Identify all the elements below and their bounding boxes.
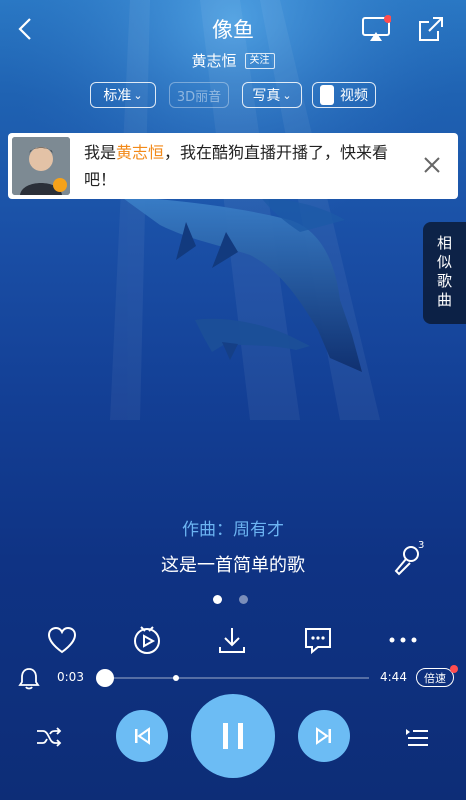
song-title: 像鱼 bbox=[212, 18, 254, 42]
lyric-composer-line[interactable]: 作曲：周有才 bbox=[0, 515, 466, 540]
favorite-button[interactable] bbox=[42, 620, 82, 660]
shuffle-button[interactable] bbox=[32, 722, 66, 752]
surround-sound-button[interactable]: 3D丽音 bbox=[169, 82, 229, 108]
pause-button[interactable] bbox=[191, 694, 275, 778]
mode-label: 写真 bbox=[252, 88, 281, 104]
mv-button[interactable] bbox=[127, 620, 167, 660]
cast-screen-icon bbox=[362, 15, 391, 41]
notification-dot bbox=[384, 15, 391, 23]
current-time: 0:03 bbox=[57, 670, 84, 684]
comment-icon bbox=[305, 628, 331, 655]
video-label: 视频 bbox=[340, 88, 368, 104]
avatar bbox=[12, 137, 70, 195]
toggle-switch-icon bbox=[320, 85, 334, 105]
comment-button[interactable] bbox=[298, 620, 338, 660]
cast-button[interactable] bbox=[358, 12, 394, 46]
mic-count-badge: 3 bbox=[418, 540, 425, 551]
share-button[interactable] bbox=[414, 12, 448, 46]
previous-track-button[interactable] bbox=[116, 710, 168, 762]
page-dot-active bbox=[213, 595, 222, 604]
vip-badge-icon bbox=[53, 178, 67, 192]
sleep-timer-button[interactable] bbox=[16, 664, 42, 692]
similar-songs-label: 相似歌曲 bbox=[435, 235, 453, 311]
pause-icon bbox=[223, 723, 243, 749]
total-time: 4:44 bbox=[380, 670, 407, 684]
surround-label: 3D丽音 bbox=[176, 89, 222, 105]
video-play-icon bbox=[134, 626, 160, 654]
close-icon bbox=[424, 157, 440, 173]
quality-select[interactable]: 标准 ⌄ bbox=[90, 82, 156, 108]
more-button[interactable] bbox=[383, 620, 423, 660]
more-dots-icon bbox=[389, 637, 417, 643]
live-notice-banner[interactable]: 我是黄志恒，我在酷狗直播开播了，快来看吧！ bbox=[8, 133, 458, 199]
chevron-down-icon: ⌄ bbox=[133, 88, 143, 102]
skip-previous-icon bbox=[135, 727, 150, 745]
next-track-button[interactable] bbox=[298, 710, 350, 762]
skip-next-icon bbox=[316, 727, 331, 745]
shuffle-icon bbox=[37, 727, 62, 747]
page-indicator bbox=[213, 595, 253, 605]
quality-label: 标准 bbox=[103, 88, 132, 104]
download-button[interactable] bbox=[212, 620, 252, 660]
notification-dot bbox=[450, 665, 458, 673]
playlist-icon bbox=[406, 729, 428, 746]
playlist-button[interactable] bbox=[400, 722, 434, 752]
notice-message: 我是黄志恒，我在酷狗直播开播了，快来看吧！ bbox=[84, 143, 389, 189]
chevron-down-icon: ⌄ bbox=[282, 88, 292, 102]
buffer-marker bbox=[173, 675, 179, 681]
display-mode-select[interactable]: 写真 ⌄ bbox=[242, 82, 302, 108]
artist-name[interactable]: 黄志恒 bbox=[191, 50, 236, 71]
playback-speed-button[interactable]: 倍速 bbox=[416, 668, 454, 687]
progress-track[interactable] bbox=[103, 675, 369, 681]
similar-songs-tab[interactable]: 相似歌曲 bbox=[423, 222, 466, 324]
follow-button[interactable]: 关注 bbox=[244, 52, 275, 69]
heart-icon bbox=[47, 626, 77, 654]
close-notice-button[interactable] bbox=[420, 153, 444, 177]
karaoke-mic-button[interactable]: 3 bbox=[388, 540, 428, 582]
share-external-icon bbox=[419, 17, 443, 41]
download-icon bbox=[219, 628, 245, 653]
video-toggle[interactable]: 视频 bbox=[312, 82, 376, 108]
progress-knob[interactable] bbox=[96, 669, 114, 687]
bell-icon bbox=[18, 668, 40, 690]
page-dot bbox=[239, 595, 248, 604]
